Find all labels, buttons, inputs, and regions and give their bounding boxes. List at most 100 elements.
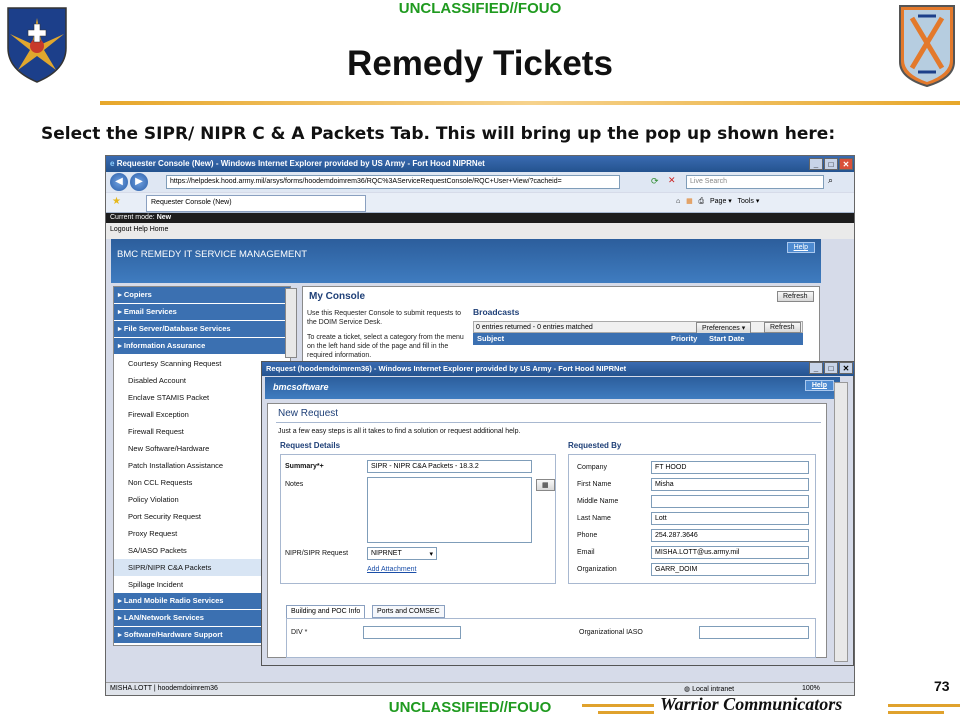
- mode-label: Current mode:: [110, 214, 155, 221]
- nav-label: File Server/Database Services: [123, 324, 231, 333]
- feeds-icon[interactable]: ▦: [686, 198, 693, 205]
- field-input[interactable]: GARR_DOIM: [651, 563, 809, 576]
- nav-label: Enclave STAMIS Packet: [128, 393, 210, 402]
- minimize-icon[interactable]: _: [809, 158, 823, 170]
- help-button[interactable]: Help: [786, 242, 815, 253]
- status-user: MISHA.LOTT | hoodemdoimrem36: [110, 685, 218, 692]
- maximize-icon[interactable]: □: [824, 362, 838, 374]
- notes-expand-icon[interactable]: ▦: [536, 479, 555, 491]
- nav-label: Disabled Account: [128, 376, 186, 385]
- minimize-icon[interactable]: _: [809, 362, 823, 374]
- form-instructions: Just a few easy steps is all it takes to…: [278, 428, 521, 435]
- tools-menu[interactable]: Tools: [738, 198, 754, 205]
- page-menu[interactable]: Page: [710, 198, 726, 205]
- nav-category[interactable]: ▸ File Server/Database Services: [114, 321, 290, 338]
- new-request-form: New Request Just a few easy steps is all…: [267, 403, 827, 658]
- address-bar[interactable]: https://helpdesk.hood.army.mil/arsys/for…: [166, 175, 620, 189]
- field-input[interactable]: Lott: [651, 512, 809, 525]
- network-select[interactable]: NIPRNET ▾: [367, 547, 437, 560]
- chevron-down-icon: ▾: [429, 551, 433, 558]
- console-refresh-button[interactable]: Refresh: [777, 291, 814, 302]
- field-label: First Name: [577, 481, 612, 488]
- notes-label: Notes: [285, 481, 304, 488]
- div-input[interactable]: [363, 626, 461, 639]
- preferences-label: Preferences: [702, 325, 740, 332]
- ie-logo-icon: e: [110, 159, 115, 168]
- command-bar: ⌂ ▦ ⎙ Page ▾ Tools ▾: [676, 198, 760, 205]
- slide-title: Remedy Tickets: [347, 44, 613, 83]
- summary-input[interactable]: SIPR - NIPR C&A Packets - 18.3.2: [367, 460, 532, 473]
- nav-category[interactable]: ▸ Email Services: [114, 304, 290, 321]
- field-input[interactable]: [651, 495, 809, 508]
- field-input[interactable]: Misha: [651, 478, 809, 491]
- nav-label: Firewall Exception: [128, 410, 189, 419]
- stop-icon[interactable]: ✕: [668, 175, 676, 186]
- tab-building-poc[interactable]: Building and POC Info: [286, 605, 366, 618]
- nav-label: Information Assurance: [123, 341, 206, 350]
- console-title: My Console: [309, 291, 366, 302]
- nav-label: LAN/Network Services: [123, 613, 204, 622]
- globe-icon: ◍: [684, 686, 691, 693]
- forward-icon[interactable]: ▶: [130, 173, 148, 191]
- field-input[interactable]: 254.287.3646: [651, 529, 809, 542]
- window-controls: _ □ ✕: [808, 158, 853, 170]
- broadcast-refresh-button[interactable]: Refresh: [764, 322, 801, 333]
- refresh-icon[interactable]: ⟳: [651, 176, 659, 187]
- poc-section: DIV * Organizational IASO: [286, 618, 816, 658]
- nav-label: Land Mobile Radio Services: [123, 596, 224, 605]
- zone-text: Local intranet: [692, 686, 735, 693]
- nav-label: Port Security Request: [128, 512, 201, 521]
- add-attachment-link[interactable]: Add Attachment: [367, 566, 416, 573]
- tab-row: ★ Requester Console (New) ⌂ ▦ ⎙ Page ▾ T…: [106, 193, 854, 213]
- requested-by-section: Company FT HOOD First Name Misha Middle Name…: [568, 454, 816, 584]
- broadcast-count: 0 entries returned - 0 entries matched P…: [473, 321, 803, 334]
- requested-by-title: Requested By: [568, 441, 622, 450]
- nav-label: Patch Installation Assistance: [128, 461, 224, 470]
- nav-label: Email Services: [123, 307, 177, 316]
- close-icon[interactable]: ✕: [839, 158, 853, 170]
- popup-scrollbar[interactable]: [834, 382, 848, 662]
- home-icon[interactable]: ⌂: [676, 198, 680, 205]
- field-label: Phone: [577, 532, 598, 539]
- notes-textarea[interactable]: [367, 477, 532, 543]
- nav-category[interactable]: ▸ Information Assurance: [114, 338, 290, 355]
- popup-title: Request (hoodemdoimrem36) - Windows Inte…: [266, 364, 627, 373]
- mode-value: New: [156, 214, 172, 221]
- print-icon[interactable]: ⎙: [699, 198, 705, 205]
- field-label: Middle Name: [577, 498, 619, 505]
- div-label: DIV *: [291, 629, 308, 636]
- field-input[interactable]: MISHA.LOTT@us.army.mil: [651, 546, 809, 559]
- page-number: 73: [934, 678, 950, 694]
- bmc-header: bmcsoftware Help: [265, 377, 840, 399]
- browser-tab[interactable]: Requester Console (New): [146, 195, 366, 212]
- maximize-icon[interactable]: □: [824, 158, 838, 170]
- search-icon[interactable]: ⌕: [828, 175, 833, 186]
- footer-rule-right-2: [888, 711, 944, 714]
- network-select-value: NIPRNET: [371, 550, 402, 557]
- iaso-input[interactable]: [699, 626, 809, 639]
- nav-scrollbar[interactable]: [285, 288, 297, 358]
- field-label: Company: [577, 464, 607, 471]
- popup-help-button[interactable]: Help: [804, 380, 834, 391]
- back-icon[interactable]: ◀: [110, 173, 128, 191]
- footer-motto: Warrior Communicators: [660, 694, 843, 714]
- nav-category[interactable]: ▸ Copiers: [114, 287, 290, 304]
- iaso-label: Organizational IASO: [579, 629, 643, 636]
- classification-banner-top: UNCLASSIFIED//FOUO: [398, 0, 562, 17]
- close-icon[interactable]: ✕: [839, 362, 853, 374]
- column-start-date[interactable]: Start Date: [709, 334, 744, 343]
- zoom-level[interactable]: 100%: [802, 685, 820, 692]
- column-subject[interactable]: Subject: [477, 334, 504, 343]
- nav-label: Software/Hardware Support: [123, 630, 223, 639]
- remedy-links[interactable]: Logout Help Home: [106, 223, 854, 239]
- tab-ports-comsec[interactable]: Ports and COMSEC: [372, 605, 445, 618]
- summary-label: Summary*+: [285, 463, 324, 470]
- column-priority[interactable]: Priority: [671, 334, 697, 343]
- remedy-header: BMC REMEDY IT SERVICE MANAGEMENT Help: [111, 239, 821, 283]
- live-search-input[interactable]: Live Search: [686, 175, 824, 189]
- field-input[interactable]: FT HOOD: [651, 461, 809, 474]
- nav-label: Non CCL Requests: [128, 478, 193, 487]
- favorites-star-icon[interactable]: ★: [112, 196, 121, 207]
- nav-label: Policy Violation: [128, 495, 179, 504]
- nav-label: Copiers: [123, 290, 152, 299]
